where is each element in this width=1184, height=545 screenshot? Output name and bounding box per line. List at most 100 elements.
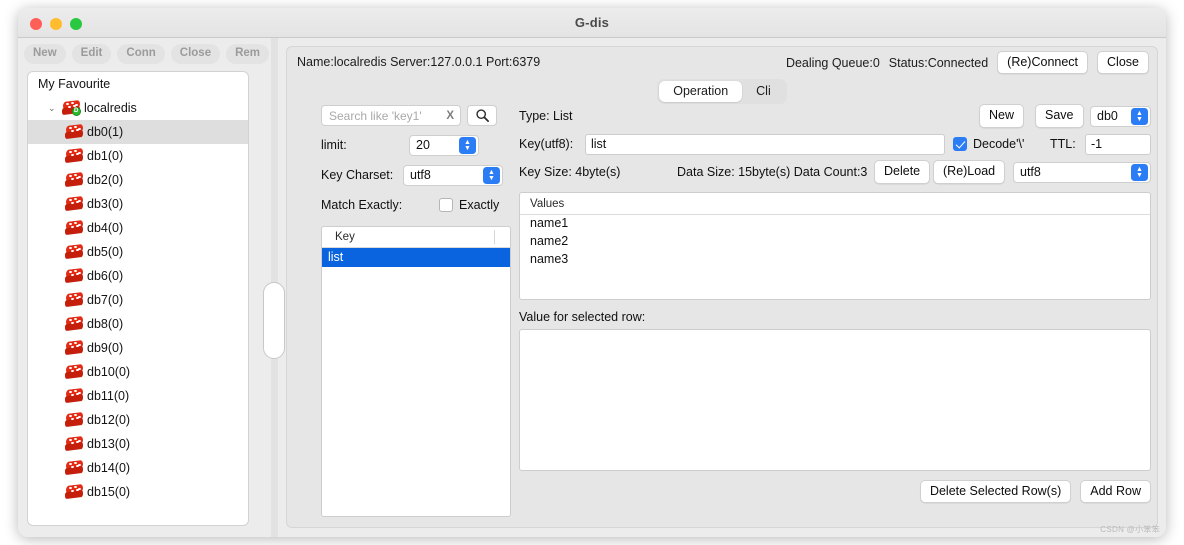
sidebar-item-label: db11(0)	[87, 388, 130, 403]
save-key-button[interactable]: Save	[1035, 104, 1084, 128]
sidebar-item-label: db15(0)	[87, 484, 131, 499]
tree-item-localredis[interactable]: ⌄ localredis	[28, 96, 248, 120]
type-row: Type: List New Save db0 ▲ ▼	[519, 104, 1153, 128]
ttl-input[interactable]	[1085, 133, 1151, 155]
sidebar-item-label: db0(1)	[87, 124, 124, 139]
sidebar-item-db5[interactable]: db5(0)	[28, 240, 248, 264]
values-table-row[interactable]: name1	[520, 215, 1150, 233]
values-column-header: Values	[520, 193, 1150, 215]
sidebar-item-label: db8(0)	[87, 316, 124, 331]
value-editor-textarea[interactable]	[519, 329, 1151, 471]
sidebar-item-db12[interactable]: db12(0)	[28, 408, 248, 432]
redis-db-icon	[65, 363, 84, 380]
chevron-updown-icon[interactable]: ▲ ▼	[483, 167, 500, 184]
values-table[interactable]: Values name1 name2 name3	[519, 192, 1151, 300]
search-button[interactable]	[467, 105, 497, 126]
redis-db-icon	[65, 219, 84, 236]
sidebar-item-label: db2(0)	[87, 172, 124, 187]
key-column-header: Key	[322, 227, 510, 248]
key-charset-select[interactable]: utf8 ▲ ▼	[403, 164, 503, 186]
sidebar-item-db11[interactable]: db11(0)	[28, 384, 248, 408]
sidebar-item-db6[interactable]: db6(0)	[28, 264, 248, 288]
clear-search-icon[interactable]: X	[446, 108, 454, 124]
sidebar-item-db13[interactable]: db13(0)	[28, 432, 248, 456]
tab-group: Operation Cli	[657, 79, 787, 105]
redis-db-icon	[65, 483, 84, 500]
decode-checkbox-wrapper[interactable]: Decode'\'	[953, 137, 1024, 151]
sidebar-item-db7[interactable]: db7(0)	[28, 288, 248, 312]
exactly-checkbox[interactable]	[439, 198, 453, 212]
tree-root-label: My Favourite	[38, 76, 111, 91]
pane-splitter[interactable]	[258, 38, 286, 537]
redis-db-icon	[65, 411, 84, 428]
sidebar-item-label: db10(0)	[87, 364, 131, 379]
value-charset-select[interactable]: utf8 ▲ ▼	[1013, 161, 1151, 183]
chevron-updown-icon[interactable]: ▲ ▼	[1131, 164, 1148, 181]
limit-row: limit: 20 ▲ ▼	[321, 134, 515, 156]
toolbar-close-button[interactable]: Close	[170, 44, 221, 64]
window-body: NewEditConnCloseRem My Favourite ⌄ local…	[18, 38, 1166, 537]
sidebar-item-db15[interactable]: db15(0)	[28, 480, 248, 504]
limit-stepper[interactable]: 20 ▲ ▼	[409, 134, 479, 156]
chevron-updown-icon[interactable]: ▲ ▼	[1131, 108, 1148, 125]
sidebar-item-db2[interactable]: db2(0)	[28, 168, 248, 192]
redis-server-icon	[62, 99, 81, 116]
operation-panel: X limit: 20 ▲▼	[287, 104, 1157, 527]
decode-checkbox[interactable]	[953, 137, 967, 151]
sidebar-item-db14[interactable]: db14(0)	[28, 456, 248, 480]
data-size-label: Data Size: 15byte(s) Data Count:3	[677, 165, 868, 179]
delete-key-button[interactable]: Delete	[874, 160, 931, 184]
toolbar-edit-button[interactable]: Edit	[71, 44, 112, 64]
value-editor-label: Value for selected row:	[519, 310, 646, 324]
chevron-down-icon[interactable]: ⌄	[48, 103, 61, 113]
sidebar-item-db8[interactable]: db8(0)	[28, 312, 248, 336]
key-size-label: Key Size: 4byte(s)	[519, 165, 621, 179]
splitter-grip[interactable]	[263, 282, 285, 359]
redis-db-icon	[65, 291, 84, 308]
toolbar-new-button[interactable]: New	[24, 44, 66, 64]
search-input[interactable]	[327, 106, 439, 125]
sidebar-item-db4[interactable]: db4(0)	[28, 216, 248, 240]
tab-cli[interactable]: Cli	[742, 81, 785, 102]
redis-db-icon	[65, 339, 84, 356]
sidebar-item-db3[interactable]: db3(0)	[28, 192, 248, 216]
sidebar-pane: NewEditConnCloseRem My Favourite ⌄ local…	[18, 38, 270, 537]
main-pane: Name:localredis Server:127.0.0.1 Port:63…	[286, 46, 1158, 528]
toolbar-conn-button[interactable]: Conn	[117, 44, 165, 64]
search-field-wrapper[interactable]: X	[321, 105, 461, 126]
db-select-value: db0	[1097, 109, 1118, 123]
sidebar-item-db9[interactable]: db9(0)	[28, 336, 248, 360]
sidebar-item-db10[interactable]: db10(0)	[28, 360, 248, 384]
tree-root-favourite[interactable]: My Favourite	[28, 72, 248, 96]
add-row-button[interactable]: Add Row	[1080, 480, 1151, 504]
key-list-row[interactable]: list	[322, 248, 510, 267]
redis-db-icon	[65, 195, 84, 212]
ttl-label: TTL:	[1050, 137, 1076, 151]
values-table-row[interactable]: name2	[520, 233, 1150, 251]
sidebar-item-label: db6(0)	[87, 268, 124, 283]
watermark: CSDN @小笨笨	[1100, 525, 1160, 534]
values-table-row[interactable]: name3	[520, 251, 1150, 269]
window-title: G-dis	[574, 15, 610, 30]
connection-info: Name:localredis Server:127.0.0.1 Port:63…	[297, 55, 541, 69]
reload-button[interactable]: (Re)Load	[933, 160, 1006, 184]
new-key-button[interactable]: New	[979, 104, 1025, 128]
key-list-table[interactable]: Key list	[321, 226, 511, 517]
connection-tree[interactable]: My Favourite ⌄ localredis db0(1) db1(0)	[27, 71, 249, 526]
db-select[interactable]: db0 ▲ ▼	[1090, 105, 1151, 127]
reconnect-button[interactable]: (Re)Connect	[997, 51, 1089, 75]
sidebar-item-label: db9(0)	[87, 340, 124, 355]
redis-db-icon	[65, 123, 84, 140]
stepper-arrows-icon[interactable]: ▲ ▼	[459, 137, 476, 154]
column-divider[interactable]	[494, 230, 495, 244]
key-row: Key(utf8): Decode'\' TTL:	[519, 133, 1153, 155]
key-input[interactable]	[585, 133, 945, 155]
redis-db-icon	[65, 267, 84, 284]
tree-server-label: localredis	[84, 100, 137, 115]
close-connection-button[interactable]: Close	[1097, 51, 1149, 75]
sidebar-item-db0[interactable]: db0(1)	[28, 120, 248, 144]
sidebar-item-db1[interactable]: db1(0)	[28, 144, 248, 168]
delete-selected-rows-button[interactable]: Delete Selected Row(s)	[919, 480, 1072, 504]
tab-operation[interactable]: Operation	[659, 81, 743, 103]
exactly-checkbox-wrapper[interactable]: Exactly	[439, 198, 499, 212]
